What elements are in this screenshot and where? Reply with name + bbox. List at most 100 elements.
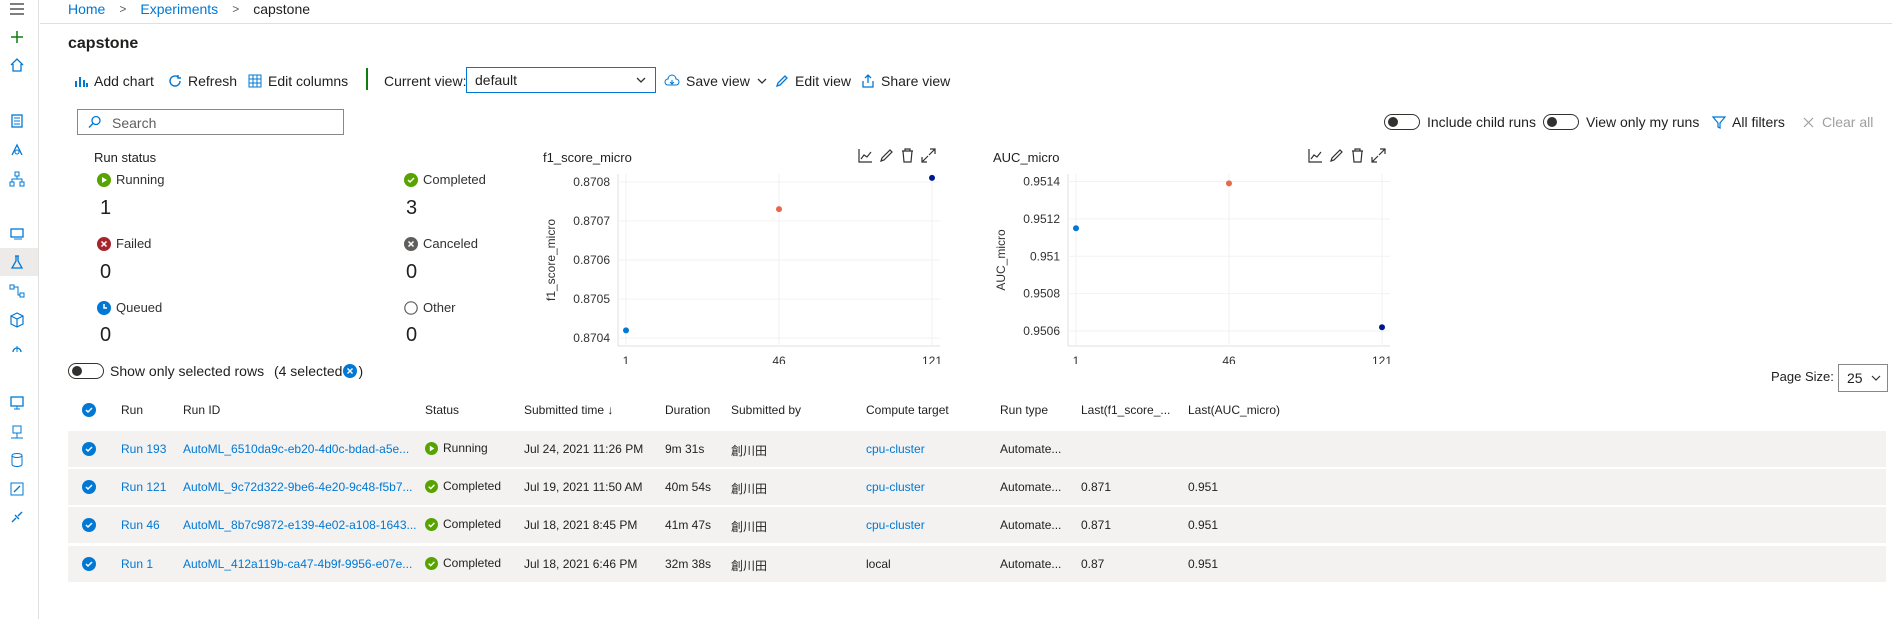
column-header-run-id[interactable]: Run ID: [183, 403, 220, 417]
trash-icon[interactable]: [900, 148, 915, 163]
column-header-last-f1[interactable]: Last(f1_score_...: [1081, 403, 1170, 417]
row-checkbox[interactable]: [82, 557, 96, 571]
submitted-time: Jul 19, 2021 11:50 AM: [524, 480, 643, 494]
trash-icon[interactable]: [1350, 148, 1365, 163]
data-labeling-icon[interactable]: [8, 480, 26, 498]
filter-icon[interactable]: [1712, 115, 1726, 129]
row-checkbox[interactable]: [82, 518, 96, 532]
chevron-down-icon: [757, 78, 767, 84]
completed-label: Completed: [423, 172, 486, 187]
view-only-my-runs-toggle[interactable]: [1543, 114, 1579, 130]
home-icon[interactable]: [8, 56, 26, 74]
other-label: Other: [423, 300, 456, 315]
check-circle-icon: [425, 479, 438, 493]
table-row[interactable]: Run 1 AutoML_412a119b-ca47-4b9f-9956-e07e…: [68, 546, 1886, 583]
run-type: Automate...: [1000, 480, 1062, 494]
edit-view-button[interactable]: Edit view: [775, 70, 851, 92]
row-checkbox[interactable]: [82, 480, 96, 494]
share-view-button[interactable]: Share view: [861, 70, 950, 92]
page-size-dropdown[interactable]: 25: [1838, 364, 1888, 392]
pencil-icon[interactable]: [879, 148, 894, 163]
current-view-dropdown[interactable]: default: [466, 67, 656, 93]
duration: 40m 54s: [665, 480, 712, 494]
submitted-by: 創川田: [731, 444, 768, 458]
run-id-link[interactable]: AutoML_412a119b-ca47-4b9f-9956-e07e...: [183, 557, 412, 571]
line-chart-icon[interactable]: [1308, 148, 1323, 163]
clear-all-button[interactable]: Clear all: [1822, 114, 1873, 130]
chart-f1-actions: [858, 148, 936, 163]
compute-target[interactable]: cpu-cluster: [866, 518, 925, 532]
all-filters-button[interactable]: All filters: [1732, 114, 1785, 130]
bar-chart-icon: [75, 77, 88, 87]
pipelines-icon[interactable]: [8, 282, 26, 300]
compute-icon[interactable]: [8, 394, 26, 412]
experiments-icon[interactable]: [8, 253, 26, 271]
breadcrumb-home[interactable]: Home: [68, 1, 105, 17]
status-completed: Completed: [404, 172, 486, 187]
submitted-time: Jul 24, 2021 11:26 PM: [524, 442, 644, 456]
current-view-value: default: [475, 72, 518, 88]
run-name-link[interactable]: Run 1: [121, 557, 153, 571]
clear-selection-icon[interactable]: [343, 364, 358, 378]
save-view-label: Save view: [686, 73, 750, 89]
column-header-last-auc[interactable]: Last(AUC_micro): [1188, 403, 1280, 417]
run-type: Automate...: [1000, 557, 1062, 571]
column-header-run[interactable]: Run: [121, 403, 143, 417]
row-checkbox[interactable]: [82, 442, 96, 456]
environments-icon[interactable]: [8, 423, 26, 441]
current-view-label: Current view:: [384, 73, 467, 89]
y-axis-label: f1_score_micro: [544, 219, 558, 301]
compute-target[interactable]: cpu-cluster: [866, 442, 925, 456]
run-id-link[interactable]: AutoML_8b7c9872-e139-4e02-a108-1643...: [183, 518, 417, 532]
column-header-submitted-by[interactable]: Submitted by: [731, 403, 801, 417]
status-queued: Queued: [97, 300, 162, 315]
notebook-icon[interactable]: [8, 112, 26, 130]
column-header-status[interactable]: Status: [425, 403, 459, 417]
table-row[interactable]: Run 193 AutoML_6510da9c-eb20-4d0c-bdad-a5…: [68, 431, 1886, 468]
refresh-button[interactable]: Refresh: [168, 70, 237, 92]
line-chart-icon[interactable]: [858, 148, 873, 163]
play-circle-icon: [97, 172, 111, 187]
add-chart-button[interactable]: Add chart: [74, 70, 154, 92]
column-header-run-type[interactable]: Run type: [1000, 403, 1048, 417]
datasets-icon[interactable]: [8, 225, 26, 243]
table-row[interactable]: Run 46 AutoML_8b7c9872-e139-4e02-a108-164…: [68, 507, 1886, 544]
x-tick-label: 121: [1372, 354, 1392, 364]
run-id-link[interactable]: AutoML_6510da9c-eb20-4d0c-bdad-a5e...: [183, 442, 409, 456]
endpoints-icon[interactable]: [8, 339, 26, 357]
expand-icon[interactable]: [1371, 148, 1386, 163]
datastores-icon[interactable]: [8, 451, 26, 469]
column-header-duration[interactable]: Duration: [665, 403, 710, 417]
run-name-link[interactable]: Run 193: [121, 442, 166, 456]
run-name-link[interactable]: Run 121: [121, 480, 166, 494]
include-child-runs-toggle[interactable]: [1384, 114, 1420, 130]
expand-icon[interactable]: [921, 148, 936, 163]
search-input[interactable]: [110, 114, 334, 132]
linked-services-icon[interactable]: [8, 508, 26, 526]
chevron-down-icon: [636, 77, 646, 83]
hamburger-menu-icon[interactable]: [8, 0, 26, 18]
status-canceled: Canceled: [404, 236, 478, 251]
queued-count: 0: [100, 324, 112, 346]
column-header-submitted-time[interactable]: Submitted time ↓: [524, 403, 613, 417]
run-name-link[interactable]: Run 46: [121, 518, 160, 532]
y-tick-label: 0.9508: [1023, 287, 1060, 301]
compute-target[interactable]: cpu-cluster: [866, 480, 925, 494]
edit-columns-button[interactable]: Edit columns: [248, 70, 348, 92]
select-all-checkbox[interactable]: [82, 403, 96, 417]
cancel-circle-icon: [404, 236, 418, 251]
show-only-selected-toggle[interactable]: [68, 363, 104, 379]
save-view-button[interactable]: Save view: [664, 70, 768, 92]
table-row[interactable]: Run 121 AutoML_9c72d322-9be6-4e20-9c48-f5…: [68, 469, 1886, 506]
breadcrumb-experiments[interactable]: Experiments: [140, 1, 218, 17]
pencil-icon[interactable]: [1329, 148, 1344, 163]
automl-icon[interactable]: [8, 141, 26, 159]
run-id-link[interactable]: AutoML_9c72d322-9be6-4e20-9c48-f5b7...: [183, 480, 413, 494]
plus-icon[interactable]: [8, 28, 26, 46]
designer-icon[interactable]: [8, 170, 26, 188]
run-status-title: Run status: [94, 150, 157, 165]
search-box[interactable]: [77, 109, 344, 135]
column-header-compute-target[interactable]: Compute target: [866, 403, 949, 417]
data-point: [1226, 180, 1232, 187]
models-icon[interactable]: [8, 311, 26, 329]
